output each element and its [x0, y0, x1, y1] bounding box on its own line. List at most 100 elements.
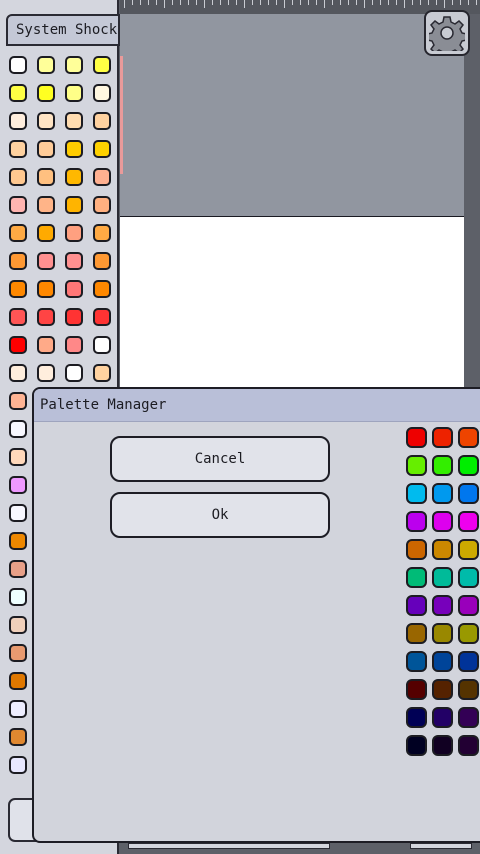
- palette-swatch[interactable]: [93, 224, 111, 242]
- palette-swatch[interactable]: [37, 252, 55, 270]
- palette-swatch[interactable]: [9, 364, 27, 382]
- palette-swatch[interactable]: [9, 700, 27, 718]
- palette-swatch[interactable]: [9, 504, 27, 522]
- palette-swatch[interactable]: [9, 112, 27, 130]
- palette-swatch[interactable]: [93, 336, 111, 354]
- palette-swatch[interactable]: [65, 336, 83, 354]
- settings-button[interactable]: [424, 10, 470, 56]
- palette-color-cell[interactable]: [458, 707, 479, 728]
- palette-color-cell[interactable]: [458, 511, 479, 532]
- palette-swatch[interactable]: [65, 56, 83, 74]
- scrollbar-thumb[interactable]: [410, 843, 472, 849]
- palette-swatch[interactable]: [37, 140, 55, 158]
- palette-color-cell[interactable]: [406, 735, 427, 756]
- cancel-button[interactable]: Cancel: [110, 436, 330, 482]
- palette-color-cell[interactable]: [432, 483, 453, 504]
- canvas-lower-area[interactable]: [120, 217, 464, 387]
- palette-color-cell[interactable]: [406, 483, 427, 504]
- palette-swatch[interactable]: [65, 252, 83, 270]
- palette-color-cell[interactable]: [432, 679, 453, 700]
- palette-swatch[interactable]: [9, 196, 27, 214]
- palette-color-cell[interactable]: [432, 707, 453, 728]
- palette-swatch[interactable]: [9, 420, 27, 438]
- palette-color-cell[interactable]: [432, 455, 453, 476]
- palette-swatch[interactable]: [93, 252, 111, 270]
- palette-color-cell[interactable]: [458, 567, 479, 588]
- palette-color-cell[interactable]: [458, 623, 479, 644]
- palette-swatch[interactable]: [37, 112, 55, 130]
- palette-swatch[interactable]: [9, 280, 27, 298]
- palette-swatch[interactable]: [37, 224, 55, 242]
- palette-swatch[interactable]: [93, 84, 111, 102]
- palette-color-cell[interactable]: [458, 427, 479, 448]
- palette-swatch[interactable]: [93, 168, 111, 186]
- palette-color-cell[interactable]: [458, 483, 479, 504]
- palette-swatch[interactable]: [37, 364, 55, 382]
- palette-swatch[interactable]: [9, 84, 27, 102]
- palette-swatch[interactable]: [93, 112, 111, 130]
- palette-color-cell[interactable]: [458, 539, 479, 560]
- palette-swatch[interactable]: [9, 644, 27, 662]
- palette-swatch[interactable]: [37, 56, 55, 74]
- palette-color-cell[interactable]: [406, 455, 427, 476]
- palette-swatch[interactable]: [9, 616, 27, 634]
- palette-swatch[interactable]: [9, 756, 27, 774]
- palette-swatch[interactable]: [65, 308, 83, 326]
- palette-panel-title[interactable]: System Shock: [6, 14, 120, 46]
- palette-swatch[interactable]: [37, 308, 55, 326]
- palette-color-cell[interactable]: [406, 567, 427, 588]
- palette-color-cell[interactable]: [406, 427, 427, 448]
- palette-swatch[interactable]: [65, 196, 83, 214]
- scrollbar[interactable]: [128, 843, 330, 849]
- palette-swatch[interactable]: [65, 140, 83, 158]
- palette-swatch[interactable]: [9, 560, 27, 578]
- palette-swatch[interactable]: [37, 280, 55, 298]
- palette-color-cell[interactable]: [406, 679, 427, 700]
- palette-swatch[interactable]: [9, 336, 27, 354]
- palette-swatch[interactable]: [93, 308, 111, 326]
- palette-swatch[interactable]: [9, 672, 27, 690]
- palette-color-cell[interactable]: [432, 623, 453, 644]
- palette-swatch[interactable]: [65, 280, 83, 298]
- palette-swatch[interactable]: [93, 56, 111, 74]
- palette-swatch[interactable]: [93, 364, 111, 382]
- palette-swatch[interactable]: [9, 588, 27, 606]
- palette-color-cell[interactable]: [458, 651, 479, 672]
- palette-color-cell[interactable]: [432, 651, 453, 672]
- palette-swatch[interactable]: [9, 532, 27, 550]
- palette-color-cell[interactable]: [458, 679, 479, 700]
- palette-swatch[interactable]: [9, 448, 27, 466]
- palette-swatch[interactable]: [93, 280, 111, 298]
- palette-color-cell[interactable]: [432, 539, 453, 560]
- palette-swatch[interactable]: [9, 140, 27, 158]
- palette-swatch[interactable]: [37, 336, 55, 354]
- palette-swatch[interactable]: [9, 168, 27, 186]
- palette-swatch[interactable]: [65, 364, 83, 382]
- ok-button[interactable]: Ok: [110, 492, 330, 538]
- palette-swatch[interactable]: [65, 112, 83, 130]
- palette-color-cell[interactable]: [406, 511, 427, 532]
- palette-color-cell[interactable]: [406, 651, 427, 672]
- palette-color-cell[interactable]: [432, 567, 453, 588]
- palette-swatch[interactable]: [37, 196, 55, 214]
- palette-color-cell[interactable]: [406, 595, 427, 616]
- palette-swatch[interactable]: [9, 392, 27, 410]
- palette-swatch[interactable]: [9, 56, 27, 74]
- palette-color-cell[interactable]: [406, 623, 427, 644]
- palette-color-cell[interactable]: [432, 735, 453, 756]
- palette-swatch[interactable]: [93, 196, 111, 214]
- palette-color-cell[interactable]: [406, 539, 427, 560]
- palette-swatch[interactable]: [9, 224, 27, 242]
- canvas-upper-area[interactable]: [120, 14, 464, 218]
- palette-color-cell[interactable]: [458, 595, 479, 616]
- palette-swatch[interactable]: [65, 84, 83, 102]
- palette-swatch[interactable]: [9, 728, 27, 746]
- palette-color-cell[interactable]: [458, 455, 479, 476]
- palette-swatch[interactable]: [37, 84, 55, 102]
- palette-swatch[interactable]: [93, 140, 111, 158]
- palette-swatch[interactable]: [37, 168, 55, 186]
- palette-color-cell[interactable]: [432, 427, 453, 448]
- palette-color-cell[interactable]: [406, 707, 427, 728]
- palette-color-cell[interactable]: [432, 595, 453, 616]
- palette-swatch[interactable]: [65, 168, 83, 186]
